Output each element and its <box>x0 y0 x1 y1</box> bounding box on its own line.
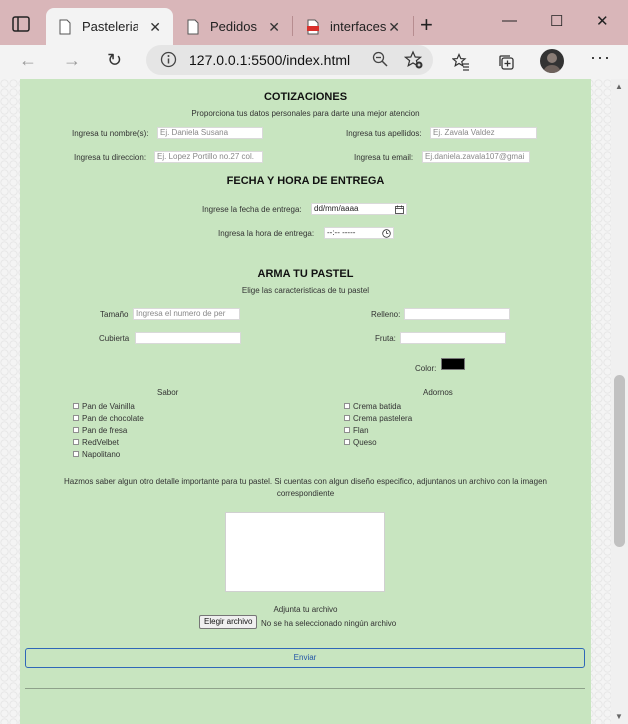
sabor-label: Napolitano <box>82 450 121 459</box>
new-tab-icon[interactable]: + <box>420 12 433 38</box>
detalles-text: Hazmos saber algun otro detalle importan… <box>64 477 547 498</box>
clock-icon[interactable] <box>382 229 391 238</box>
fruta-input[interactable] <box>400 332 506 344</box>
direccion-label: Ingresa tu direccion: <box>74 153 147 162</box>
enviar-button[interactable]: Enviar <box>25 648 585 668</box>
tab-label: Pasteleria <box>82 19 138 34</box>
tamano-label: Tamaño <box>100 310 129 319</box>
sabor-label: Pan de fresa <box>82 426 128 435</box>
relleno-input[interactable] <box>404 308 510 320</box>
adorno-label: Crema pastelera <box>353 414 413 423</box>
sabor-label: Pan de chocolate <box>82 414 144 423</box>
back-icon[interactable]: ← <box>19 50 37 71</box>
scroll-up-icon[interactable]: ▲ <box>615 82 623 91</box>
window-close-icon[interactable]: ✕ <box>596 12 609 30</box>
maximize-icon[interactable]: ☐ <box>550 12 563 30</box>
page-icon <box>187 19 199 34</box>
order-form-panel: COTIZACIONES Proporciona tus datos perso… <box>20 79 591 724</box>
sabor-checkbox-fresa[interactable] <box>73 427 79 433</box>
hora-value: --:-- ----- <box>327 228 356 237</box>
relleno-label: Relleno: <box>371 310 401 319</box>
tab-label: interfaces. <box>330 19 386 34</box>
detalles-textarea[interactable] <box>225 512 385 592</box>
adorno-label: Flan <box>353 426 369 435</box>
sabor-checkbox-chocolate[interactable] <box>73 415 79 421</box>
sabor-label: RedVelbet <box>82 438 119 447</box>
browser-toolbar: ← → ↻ 127.0.0.1:5500/index.html ··· <box>0 45 628 79</box>
tab-interfaces[interactable]: interfaces. ✕ <box>294 8 412 45</box>
fecha-input[interactable]: dd/mm/aaaa <box>311 203 407 215</box>
scrollbar-thumb[interactable] <box>614 375 625 547</box>
email-label: Ingresa tu email: <box>354 153 414 162</box>
close-icon[interactable]: ✕ <box>388 19 400 36</box>
reload-icon[interactable]: ↻ <box>107 50 122 71</box>
close-icon[interactable]: ✕ <box>149 19 161 36</box>
sabor-checkbox-napolitano[interactable] <box>73 451 79 457</box>
tab-label: Pedidos <box>210 19 257 34</box>
tab-divider <box>292 16 293 36</box>
sabor-checkbox-redvelbet[interactable] <box>73 439 79 445</box>
add-favorite-icon[interactable] <box>404 50 424 70</box>
favorites-icon[interactable] <box>452 53 470 71</box>
pdf-icon <box>307 19 319 34</box>
profile-avatar[interactable] <box>540 49 564 73</box>
fecha-value: dd/mm/aaaa <box>314 204 359 213</box>
tamano-input[interactable]: Ingresa el numero de per <box>133 308 240 320</box>
vertical-scrollbar[interactable]: ▲ ▼ <box>611 79 628 724</box>
minimize-icon[interactable]: — <box>502 12 517 29</box>
sabor-checkbox-vainilla[interactable] <box>73 403 79 409</box>
avatar-icon <box>543 53 561 73</box>
adorno-label: Crema batida <box>353 402 402 411</box>
zoom-out-icon[interactable] <box>372 51 388 67</box>
apellidos-label: Ingresa tus apellidos: <box>346 129 422 138</box>
tab-pasteleria[interactable]: Pasteleria ✕ <box>46 8 173 45</box>
file-status: No se ha seleccionado ningún archivo <box>261 619 397 628</box>
page-viewport: COTIZACIONES Proporciona tus datos perso… <box>0 79 628 724</box>
tab-pedidos[interactable]: Pedidos ✕ <box>174 8 292 45</box>
adornos-title: Adornos <box>423 388 453 397</box>
fruta-label: Fruta: <box>375 334 396 343</box>
settings-more-icon[interactable]: ··· <box>590 47 611 68</box>
cotizaciones-subtitle: Proporciona tus datos personales para da… <box>191 109 420 118</box>
adjunta-label: Adjunta tu archivo <box>273 605 338 614</box>
tab-divider <box>413 16 414 36</box>
pastel-subtitle: Elige las caracteristicas de tu pastel <box>241 286 370 295</box>
email-input[interactable]: Ej.daniela.zavala107@gmai <box>422 151 530 163</box>
browser-titlebar: Pasteleria ✕ Pedidos ✕ interfaces. ✕ + —… <box>0 0 628 45</box>
scroll-down-icon[interactable]: ▼ <box>615 712 623 721</box>
adorno-checkbox-crema-pastelera[interactable] <box>344 415 350 421</box>
close-icon[interactable]: ✕ <box>268 19 280 36</box>
adorno-checkbox-queso[interactable] <box>344 439 350 445</box>
forward-icon[interactable]: → <box>63 50 81 71</box>
sabor-title: Sabor <box>157 388 179 397</box>
divider <box>25 688 585 689</box>
nombre-label: Ingresa tu nombre(s): <box>72 129 149 138</box>
sabor-label: Pan de Vainilla <box>82 402 135 411</box>
collections-icon[interactable] <box>497 53 515 71</box>
cubierta-label: Cubierta <box>99 334 130 343</box>
adorno-checkbox-flan[interactable] <box>344 427 350 433</box>
url-text: 127.0.0.1:5500/index.html <box>189 52 351 68</box>
entrega-title: FECHA Y HORA DE ENTREGA <box>226 175 385 187</box>
color-label: Color: <box>415 364 437 373</box>
nombre-input[interactable]: Ej. Daniela Susana <box>157 127 263 139</box>
adorno-label: Queso <box>353 438 377 447</box>
site-info-icon[interactable] <box>160 51 177 68</box>
cotizaciones-title: COTIZACIONES <box>263 91 348 103</box>
calendar-icon[interactable] <box>395 205 404 214</box>
choose-file-button[interactable]: Elegir archivo <box>199 615 258 629</box>
direccion-input[interactable]: Ej. Lopez Portillo no.27 col. <box>154 151 263 163</box>
apellidos-input[interactable]: Ej. Zavala Valdez <box>430 127 537 139</box>
fecha-label: Ingrese la fecha de entrega: <box>202 205 302 214</box>
page-icon <box>59 19 71 34</box>
hora-label: Ingresa la hora de entrega: <box>218 229 315 238</box>
address-bar[interactable]: 127.0.0.1:5500/index.html <box>146 45 433 75</box>
color-picker[interactable] <box>441 358 465 370</box>
adorno-checkbox-crema-batida[interactable] <box>344 403 350 409</box>
cubierta-input[interactable] <box>135 332 241 344</box>
tab-actions-icon[interactable] <box>10 13 32 35</box>
pastel-title: ARMA TU PASTEL <box>257 268 354 280</box>
hora-input[interactable]: --:-- ----- <box>324 227 394 239</box>
